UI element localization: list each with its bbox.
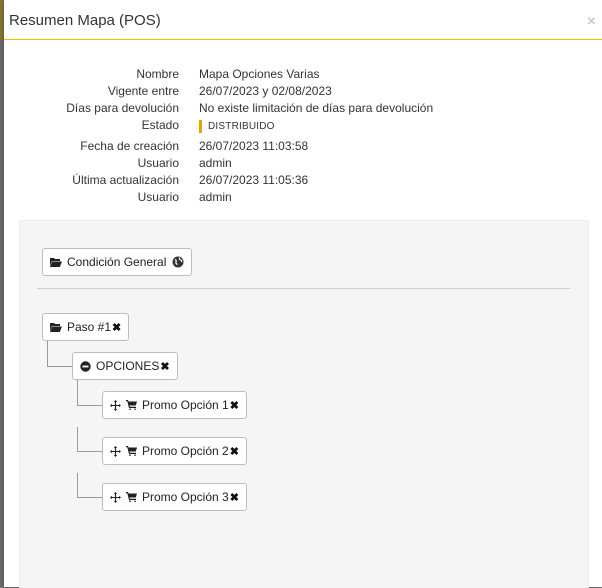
detail-value: 26/07/2023 11:03:58 <box>199 139 309 153</box>
detail-value: 26/07/2023 y 02/08/2023 <box>199 84 332 98</box>
cart-icon <box>126 492 137 502</box>
general-condition-label: Condición General <box>67 255 167 269</box>
promo-node-2[interactable]: Promo Opción 2 ✖ <box>102 437 247 465</box>
detail-row-vigencia: Vigente entre 26/07/2023 y 02/08/2023 <box>4 84 602 101</box>
move-icon <box>110 399 121 411</box>
detail-row-dias: Días para devolución No existe limitació… <box>4 101 602 118</box>
detail-label: Usuario <box>137 156 179 170</box>
tree-connector <box>77 473 78 498</box>
globe-icon <box>172 256 184 268</box>
tree-connector <box>77 378 78 406</box>
options-node[interactable]: OPCIONES ✖ <box>72 352 178 380</box>
status-badge: DISTRIBUIDO <box>199 120 275 133</box>
step-label: Paso #1 <box>67 320 112 334</box>
general-condition-node[interactable]: Condición General <box>42 248 193 276</box>
promo-node-3[interactable]: Promo Opción 3 ✖ <box>102 483 247 511</box>
detail-value: admin <box>199 156 232 170</box>
move-icon <box>110 445 121 457</box>
tree-connector <box>77 405 102 406</box>
step-node[interactable]: Paso #1 ✖ <box>42 313 130 341</box>
detail-value: No existe limitación de días para devolu… <box>199 101 434 115</box>
remove-promo-icon[interactable]: ✖ <box>230 491 239 504</box>
cart-icon <box>126 446 137 456</box>
tree-connector <box>77 451 102 452</box>
detail-row-usuario-creacion: Usuario admin <box>4 156 602 173</box>
options-label: OPCIONES <box>96 359 160 373</box>
divider <box>37 288 570 289</box>
detail-row-actualizacion: Última actualización 26/07/2023 11:05:36 <box>4 173 602 190</box>
tree-connector <box>77 497 102 498</box>
detail-label: Vigente entre <box>107 84 179 98</box>
detail-value: 26/07/2023 11:05:36 <box>199 173 309 187</box>
remove-promo-icon[interactable]: ✖ <box>230 445 239 458</box>
modal-header: Resumen Mapa (POS) × <box>4 0 602 40</box>
detail-value: Mapa Opciones Varias <box>199 67 320 81</box>
summary-modal: Resumen Mapa (POS) × Nombre Mapa Opcione… <box>4 0 602 588</box>
remove-step-icon[interactable]: ✖ <box>112 321 121 334</box>
detail-label: Días para devolución <box>66 101 179 115</box>
tree-connector <box>77 427 78 452</box>
map-tree-panel: Condición General Paso #1 ✖ OPCIONES ✖ P… <box>19 220 589 588</box>
promo-node-1[interactable]: Promo Opción 1 ✖ <box>102 391 247 419</box>
detail-label: Última actualización <box>72 173 179 187</box>
minus-circle-icon <box>80 360 91 372</box>
folder-open-icon <box>50 322 62 332</box>
detail-row-creacion: Fecha de creación 26/07/2023 11:03:58 <box>4 139 602 156</box>
detail-value: admin <box>199 190 232 204</box>
detail-label: Usuario <box>137 190 179 204</box>
detail-label: Estado <box>141 118 179 132</box>
close-button[interactable]: × <box>587 13 596 31</box>
cart-icon <box>126 400 137 410</box>
detail-row-nombre: Nombre Mapa Opciones Varias <box>4 67 602 84</box>
modal-title: Resumen Mapa (POS) <box>9 12 161 29</box>
remove-promo-icon[interactable]: ✖ <box>230 399 239 412</box>
promo-label: Promo Opción 1 <box>142 398 229 412</box>
status-cell: DISTRIBUIDO <box>199 118 275 133</box>
detail-row-estado: Estado DISTRIBUIDO <box>4 118 602 139</box>
remove-options-icon[interactable]: ✖ <box>160 360 169 373</box>
folder-open-icon <box>50 257 62 267</box>
promo-label: Promo Opción 2 <box>142 444 229 458</box>
move-icon <box>110 491 121 503</box>
detail-row-usuario-actualizacion: Usuario admin <box>4 190 602 207</box>
details-list: Nombre Mapa Opciones Varias Vigente entr… <box>4 67 602 207</box>
tree-connector <box>47 339 48 367</box>
promo-label: Promo Opción 3 <box>142 490 229 504</box>
detail-label: Nombre <box>136 67 179 81</box>
tree-connector <box>47 366 72 367</box>
detail-label: Fecha de creación <box>80 139 179 153</box>
